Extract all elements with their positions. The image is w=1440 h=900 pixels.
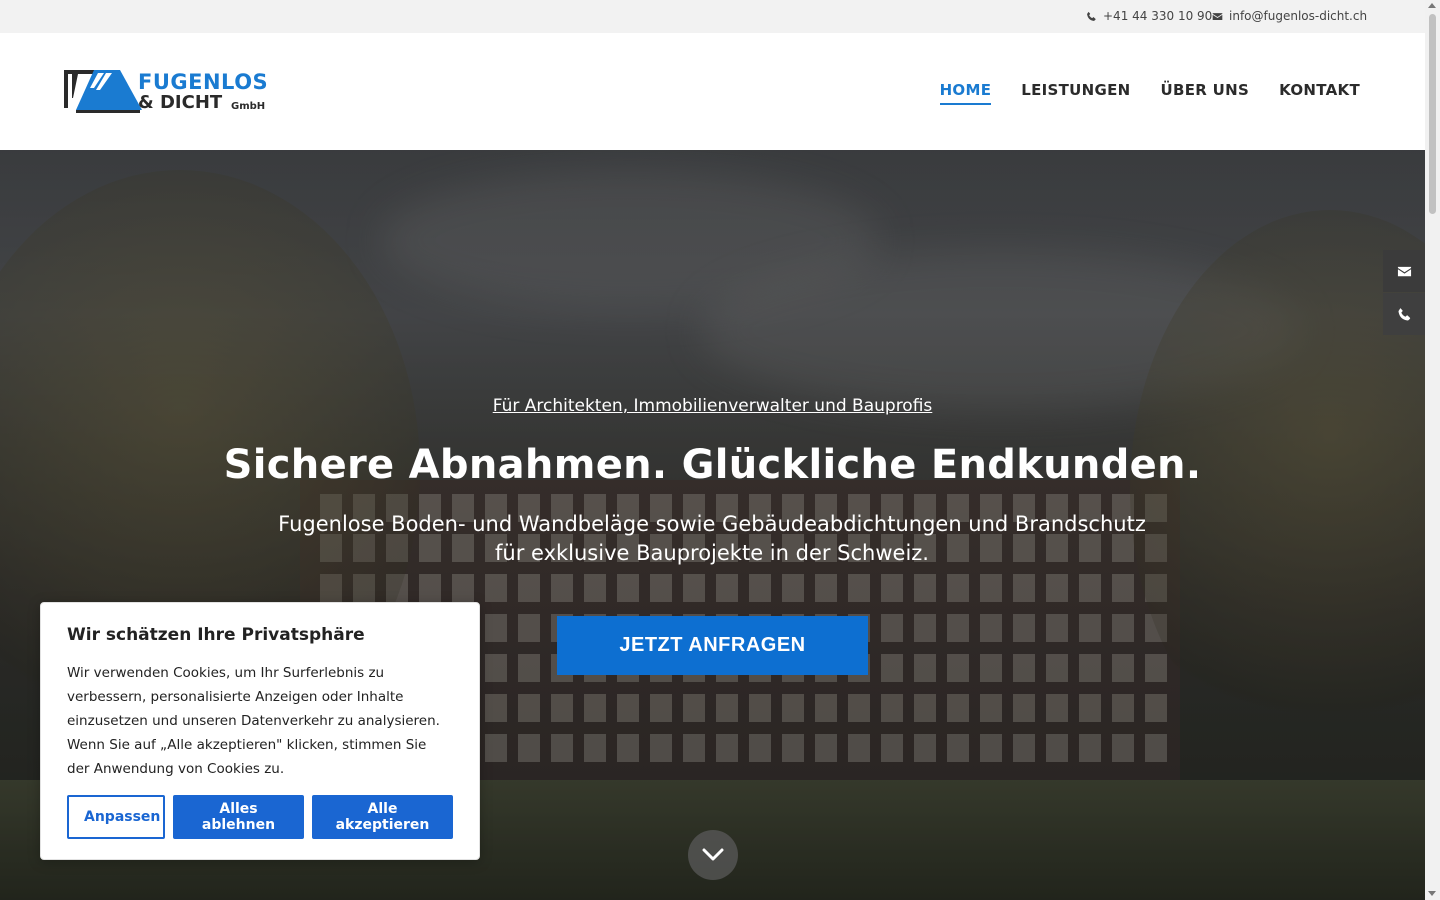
scroll-down-arrow[interactable]	[1428, 891, 1436, 896]
cookie-title: Wir schätzen Ihre Privatsphäre	[67, 625, 365, 645]
topbar-email[interactable]: info@fugenlos-dicht.ch	[1212, 9, 1367, 23]
site-header: FUGENLOS & DICHT GmbH HOME LEISTUNGEN ÜB…	[0, 33, 1425, 150]
main-nav: HOME LEISTUNGEN ÜBER UNS KONTAKT	[939, 81, 1360, 105]
hero-subtitle: Fugenlose Boden- und Wandbeläge sowie Ge…	[278, 512, 1146, 565]
nav-item-home[interactable]: HOME	[939, 81, 992, 105]
scroll-down-button[interactable]	[688, 830, 738, 880]
cookie-text: Wir verwenden Cookies, um Ihr Surferlebn…	[67, 665, 440, 777]
side-mail-button[interactable]	[1383, 250, 1425, 292]
topbar-email-text: info@fugenlos-dicht.ch	[1229, 9, 1368, 23]
logo-text-line1: FUGENLOS	[138, 70, 269, 94]
logo-text-line2: & DICHT	[138, 92, 223, 113]
logo[interactable]: FUGENLOS & DICHT GmbH	[64, 68, 274, 116]
topbar-phone[interactable]: +41 44 330 10 90	[1086, 9, 1212, 23]
phone-icon	[1398, 307, 1410, 320]
envelope-icon	[1397, 266, 1411, 276]
logo-roof-icon	[64, 70, 142, 113]
cta-request-button[interactable]: JETZT ANFRAGEN	[557, 616, 868, 675]
cookie-consent-dialog: Wir schätzen Ihre Privatsphäre Wir verwe…	[40, 602, 480, 860]
page-scrollbar[interactable]	[1425, 0, 1440, 900]
chevron-down-icon	[702, 848, 724, 861]
envelope-icon	[1212, 12, 1223, 20]
hero-title: Sichere Abnahmen. Glückliche Endkunden.	[223, 442, 1202, 488]
nav-item-ueber-uns[interactable]: ÜBER UNS	[1161, 81, 1250, 105]
topbar-phone-text: +41 44 330 10 90	[1103, 9, 1213, 23]
cookie-buttons: Anpassen Alles ablehnen Alle akzeptieren	[67, 795, 453, 839]
side-phone-button[interactable]	[1383, 293, 1425, 335]
scroll-up-arrow[interactable]	[1428, 3, 1436, 8]
hero-kicker-link[interactable]: Für Architekten, Immobilienverwalter und…	[0, 396, 1425, 416]
cookie-reject-all-button[interactable]: Alles ablehnen	[173, 795, 304, 839]
cookie-accept-all-button[interactable]: Alle akzeptieren	[312, 795, 453, 839]
nav-item-kontakt[interactable]: KONTAKT	[1279, 81, 1360, 105]
scrollbar-thumb[interactable]	[1429, 14, 1436, 214]
phone-icon	[1087, 11, 1096, 21]
logo-text-suffix: GmbH	[231, 101, 266, 112]
top-contact-bar: +41 44 330 10 90 info@fugenlos-dicht.ch	[0, 0, 1425, 33]
nav-item-leistungen[interactable]: LEISTUNGEN	[1021, 81, 1130, 105]
cookie-customize-button[interactable]: Anpassen	[67, 795, 165, 839]
